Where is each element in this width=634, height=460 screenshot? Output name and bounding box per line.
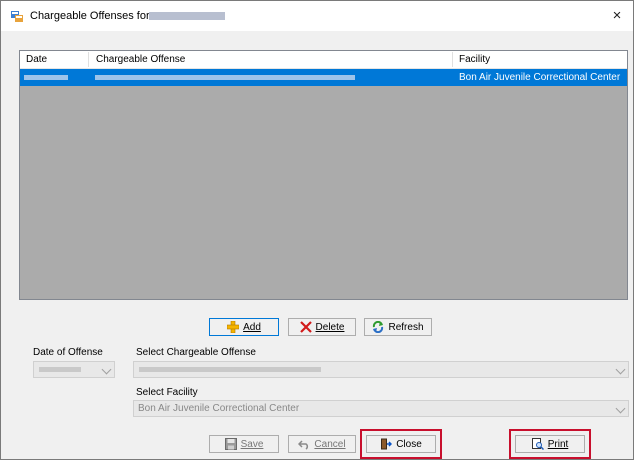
chevron-down-icon	[615, 364, 626, 375]
save-disk-icon	[224, 438, 237, 450]
redacted-date-value	[39, 367, 81, 372]
add-plus-icon	[227, 321, 240, 333]
redacted-offense-value	[139, 367, 321, 372]
redacted-name	[149, 12, 225, 20]
list-header: Date Chargeable Offense Facility	[20, 51, 627, 69]
window-title: Chargeable Offenses for	[30, 10, 150, 22]
chevron-down-icon	[615, 403, 626, 414]
add-button[interactable]: Add	[209, 318, 279, 336]
dialog-window: Chargeable Offenses for × Date Chargeabl…	[0, 0, 634, 460]
column-separator[interactable]	[88, 52, 89, 67]
refresh-button[interactable]: Refresh	[364, 318, 432, 336]
redacted-offense	[95, 75, 355, 80]
column-header-facility[interactable]: Facility	[459, 54, 490, 65]
app-form-icon	[11, 11, 23, 22]
facility-select-value: Bon Air Juvenile Correctional Center	[138, 403, 300, 414]
row-facility: Bon Air Juvenile Correctional Center	[459, 72, 621, 83]
select-facility-label: Select Facility	[136, 387, 198, 398]
chevron-down-icon	[101, 364, 112, 375]
close-window-icon[interactable]: ×	[607, 6, 627, 26]
column-header-offense[interactable]: Chargeable Offense	[96, 54, 185, 65]
close-button-highlight	[360, 429, 442, 459]
delete-x-icon	[299, 321, 312, 333]
print-button-highlight	[509, 429, 591, 459]
select-offense-label: Select Chargeable Offense	[136, 347, 256, 358]
column-separator[interactable]	[452, 52, 453, 67]
undo-icon	[298, 440, 309, 450]
title-bar: Chargeable Offenses for ×	[1, 1, 633, 31]
facility-select[interactable]: Bon Air Juvenile Correctional Center	[133, 400, 629, 417]
refresh-icon	[373, 321, 384, 333]
cancel-button[interactable]: Cancel	[288, 435, 356, 453]
date-of-offense-select[interactable]	[33, 361, 115, 378]
delete-button[interactable]: Delete	[288, 318, 356, 336]
save-button[interactable]: Save	[209, 435, 279, 453]
date-of-offense-label: Date of Offense	[33, 347, 103, 358]
list-row-selected[interactable]: Bon Air Juvenile Correctional Center	[20, 69, 627, 86]
chargeable-offense-select[interactable]	[133, 361, 629, 378]
redacted-date	[24, 75, 68, 80]
offenses-list[interactable]: Date Chargeable Offense Facility Bon Air…	[19, 50, 628, 300]
column-header-date[interactable]: Date	[26, 54, 47, 65]
